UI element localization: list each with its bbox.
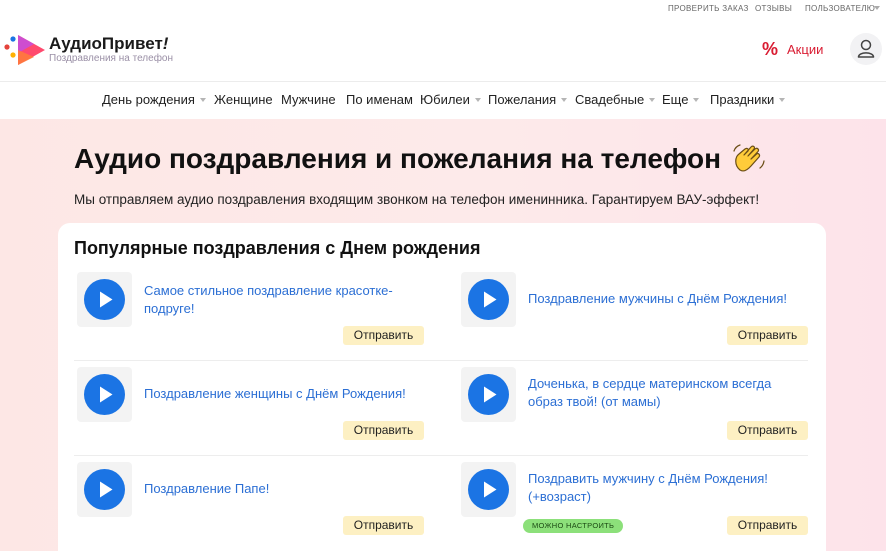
greeting-row: Поздравление Папе! Отправить Поздравить … [58,462,826,551]
nav-item-anniversaries[interactable]: Юбилеи [420,92,481,107]
nav-item-label: Мужчине [281,92,336,107]
nav-item-wishes[interactable]: Пожелания [488,92,568,107]
user-menu-link[interactable]: ПОЛЬЗОВАТЕЛЮ [805,4,875,13]
nav-item-label: По именам [346,92,413,107]
percent-icon: % [762,38,779,59]
popular-greetings-card: Популярные поздравления с Днем рождения … [58,223,826,551]
play-button[interactable] [468,469,509,510]
send-button[interactable]: Отправить [727,326,808,345]
greeting-title-link[interactable]: Доченька, в сердце материнском всегда об… [528,375,798,410]
page-title: Аудио поздравления и пожелания на телефо… [74,143,722,174]
greeting-thumbnail [77,367,132,422]
logo-icon[interactable] [4,32,48,66]
customizable-badge: МОЖНО НАСТРОИТЬ [523,519,624,533]
greeting-item: Поздравление Папе! Отправить [77,462,439,542]
user-account-button[interactable] [850,33,882,65]
greeting-item: Поздравление мужчины с Днём Рождения! От… [461,272,823,352]
play-icon [100,481,113,498]
play-icon [100,291,113,308]
greeting-title-link[interactable]: Поздравление Папе! [144,480,414,498]
nav-item-by-name[interactable]: По именам [346,92,413,107]
play-icon [484,291,497,308]
send-button[interactable]: Отправить [727,516,808,535]
chevron-down-icon [874,6,880,10]
greeting-title-link[interactable]: Поздравление женщины с Днём Рождения! [144,385,414,403]
nav-item-men[interactable]: Мужчине [281,92,336,107]
nav-item-label: Юбилеи [420,92,470,107]
nav-item-holidays[interactable]: Праздники [710,92,786,107]
send-button[interactable]: Отправить [343,326,424,345]
greeting-item: Самое стильное поздравление красотке-под… [77,272,439,352]
greeting-title-link[interactable]: Самое стильное поздравление красотке-под… [144,282,414,317]
play-icon [100,386,113,403]
brand-tagline: Поздравления на телефон [49,53,174,64]
section-title: Популярные поздравления с Днем рождения [74,238,481,258]
main-nav: День рождения Женщине Мужчине По именам … [0,92,886,110]
hero-section: Аудио поздравления и пожелания на телефо… [0,119,886,551]
chevron-down-icon [474,97,481,102]
chevron-down-icon [199,97,206,102]
hero-subtitle: Мы отправляем аудио поздравления входящи… [74,192,760,207]
greeting-title-link[interactable]: Поздравить мужчину с Днём Рождения! (+во… [528,470,798,505]
waving-hand-icon [733,144,765,172]
play-button[interactable] [84,279,125,320]
top-utility-links: ПРОВЕРИТЬ ЗАКАЗ ОТЗЫВЫ ПОЛЬЗОВАТЕЛЮ [0,4,886,14]
play-button[interactable] [468,374,509,415]
reviews-link[interactable]: ОТЗЫВЫ [755,4,792,13]
site-header: АудиоПривет! Поздравления на телефон % А… [0,28,886,72]
play-icon [484,481,497,498]
nav-item-label: Праздники [710,92,775,107]
check-order-link[interactable]: ПРОВЕРИТЬ ЗАКАЗ [668,4,749,13]
nav-item-label: Женщине [214,92,273,107]
nav-item-wedding[interactable]: Свадебные [575,92,656,107]
promo-link[interactable]: % Акции [762,38,823,60]
send-button[interactable]: Отправить [727,421,808,440]
chevron-down-icon [649,97,656,102]
play-button[interactable] [84,374,125,415]
greeting-thumbnail [461,462,516,517]
play-icon [484,386,497,403]
chevron-down-icon [779,97,786,102]
greeting-row: Поздравление женщины с Днём Рождения! От… [58,367,826,457]
nav-item-more[interactable]: Еще [662,92,700,107]
promo-label: Акции [787,41,824,57]
greeting-item: Поздравить мужчину с Днём Рождения! (+во… [461,462,823,542]
nav-item-women[interactable]: Женщине [214,92,273,107]
row-divider [74,455,808,456]
user-icon [857,39,875,58]
chevron-down-icon [561,97,568,102]
nav-item-label: Пожелания [488,92,557,107]
header-divider [0,81,886,82]
nav-item-label: Еще [662,92,689,107]
send-button[interactable]: Отправить [343,421,424,440]
row-divider [74,360,808,361]
nav-item-birthday[interactable]: День рождения [102,92,206,107]
play-button[interactable] [84,469,125,510]
brand-name[interactable]: АудиоПривет! [49,34,168,54]
send-button[interactable]: Отправить [343,516,424,535]
greeting-title-link[interactable]: Поздравление мужчины с Днём Рождения! [528,290,798,308]
nav-item-label: День рождения [102,92,195,107]
greeting-thumbnail [461,272,516,327]
greeting-item: Поздравление женщины с Днём Рождения! От… [77,367,439,447]
chevron-down-icon [693,97,700,102]
play-button[interactable] [468,279,509,320]
greeting-thumbnail [77,272,132,327]
greeting-thumbnail [77,462,132,517]
greeting-thumbnail [461,367,516,422]
greeting-item: Доченька, в сердце материнском всегда об… [461,367,823,447]
nav-item-label: Свадебные [575,92,645,107]
greeting-row: Самое стильное поздравление красотке-под… [58,272,826,362]
